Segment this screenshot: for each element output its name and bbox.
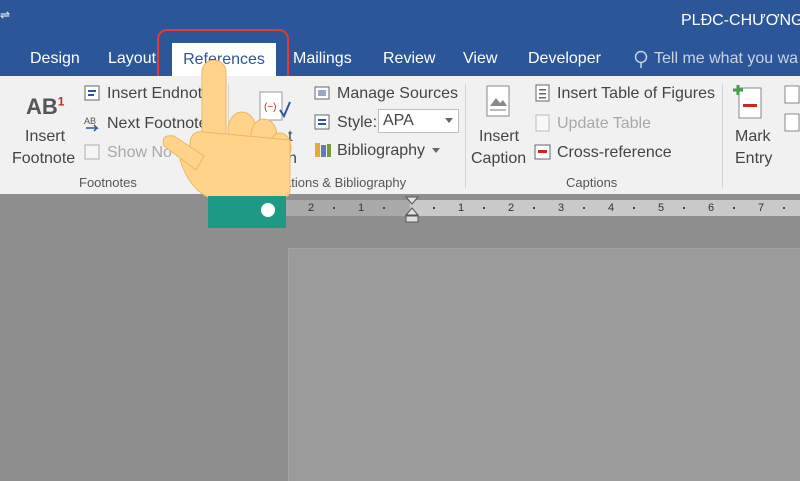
- style-label: Style:: [337, 114, 378, 131]
- ruler-tick: [583, 207, 585, 209]
- insert-table-of-figures-button[interactable]: Insert Table of Figures: [557, 85, 715, 103]
- footnote-icon: AB1: [26, 94, 65, 119]
- mark-entry-label-1[interactable]: Mark: [735, 128, 771, 146]
- mark-entry-icon: [733, 85, 762, 119]
- tab-mailings[interactable]: Mailings: [293, 50, 352, 68]
- insert-footnote-label-2: Footnote: [12, 150, 76, 167]
- document-page[interactable]: [288, 248, 800, 481]
- update-table-icon: [535, 114, 550, 132]
- tab-view[interactable]: View: [463, 50, 497, 68]
- ruler-tick: [733, 207, 735, 209]
- svg-text:AB: AB: [84, 116, 96, 126]
- document-title: PLĐC-CHƯƠNG 2: [681, 12, 800, 29]
- manage-sources-button[interactable]: Manage Sources: [337, 85, 458, 103]
- next-footnote-icon: AB: [84, 116, 99, 132]
- ruler-margin: [285, 200, 410, 216]
- insert-endnote-icon: [84, 85, 100, 101]
- style-dropdown[interactable]: APA: [378, 109, 459, 133]
- ruler-number: 1: [458, 202, 465, 214]
- update-table-button[interactable]: Update Table: [557, 115, 651, 133]
- insert-caption-icon: [486, 85, 510, 117]
- ruler-number: 4: [608, 202, 615, 214]
- title-bar: ⇌ PLĐC-CHƯƠNG 2 Design Layout References…: [0, 0, 800, 76]
- style-icon: [314, 114, 330, 130]
- footnotes-group-label: Footnotes: [79, 175, 137, 190]
- quick-access-toolbar-icon[interactable]: ⇌: [0, 8, 10, 22]
- ruler-tick: [683, 207, 685, 209]
- ruler-tick: [383, 207, 385, 209]
- index-tools-icon: [784, 85, 800, 132]
- cross-reference-icon: [534, 144, 551, 160]
- pointing-hand-icon: [162, 60, 292, 228]
- ruler-number: 7: [758, 202, 765, 214]
- ruler-number: 2: [308, 202, 315, 214]
- chevron-down-icon: [432, 148, 440, 153]
- lightbulb-icon: [634, 50, 648, 68]
- tab-design[interactable]: Design: [30, 50, 80, 68]
- ruler-tick: [783, 207, 785, 209]
- ruler-number: 6: [708, 202, 715, 214]
- manage-sources-icon: [314, 86, 330, 100]
- ribbon: AB1 Insert Footnote Insert Endnote AB Ne…: [0, 76, 800, 195]
- ruler-tick: [483, 207, 485, 209]
- ruler-number: 2: [508, 202, 515, 214]
- ruler-tick: [333, 207, 335, 209]
- ruler-tick: [633, 207, 635, 209]
- ribbon-separator: [465, 84, 466, 188]
- mark-entry-label-2[interactable]: Entry: [735, 150, 772, 168]
- table-of-figures-icon: [535, 84, 550, 102]
- ruler-number: 5: [658, 202, 665, 214]
- ruler-number: 1: [358, 202, 365, 214]
- insert-caption-label-1[interactable]: Insert: [479, 128, 519, 146]
- bibliography-icon: [315, 143, 331, 157]
- ruler-tick: [433, 207, 435, 209]
- ruler-tick: [533, 207, 535, 209]
- show-notes-icon: [84, 144, 100, 160]
- bibliography-button[interactable]: Bibliography: [337, 142, 425, 160]
- ribbon-separator: [722, 84, 723, 188]
- chevron-down-icon: [445, 118, 453, 123]
- ruler-number: 3: [558, 202, 565, 214]
- cross-reference-button[interactable]: Cross-reference: [557, 144, 672, 162]
- style-dropdown-value: APA: [383, 112, 414, 129]
- indent-marker-icon[interactable]: [405, 196, 419, 224]
- insert-caption-label-2[interactable]: Caption: [471, 150, 526, 168]
- captions-group-label: Captions: [566, 175, 618, 190]
- insert-footnote-label-1: Insert: [25, 128, 66, 145]
- tab-layout[interactable]: Layout: [108, 50, 156, 68]
- tab-review[interactable]: Review: [383, 50, 435, 68]
- tab-developer[interactable]: Developer: [528, 50, 601, 68]
- tell-me-search[interactable]: Tell me what you wa: [654, 50, 798, 68]
- citations-group-label: ations & Bibliography: [284, 175, 407, 190]
